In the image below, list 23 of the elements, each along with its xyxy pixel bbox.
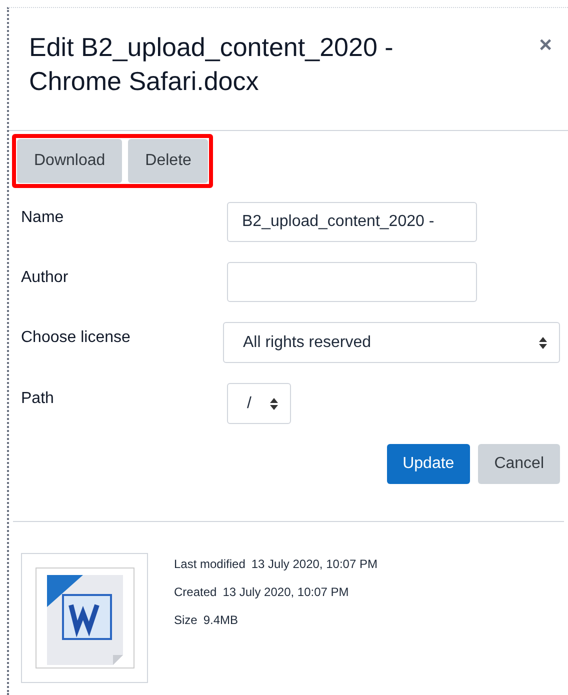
updown-caret-icon <box>539 336 547 348</box>
select-field[interactable]: / <box>227 383 291 424</box>
file-action-button[interactable]: Delete <box>128 139 208 183</box>
text-field[interactable] <box>227 262 477 302</box>
detail-label: Last modified <box>174 556 246 573</box>
detail-value: 13 July 2020, 10:07 PM <box>251 556 378 573</box>
detail-label: Created <box>174 584 217 601</box>
cancel-button[interactable]: Cancel <box>478 444 560 484</box>
detail-label: Size <box>174 612 198 629</box>
document-icon <box>34 567 134 669</box>
dialog-title: Edit B2_upload_content_2020 - Chrome Safari.docx <box>29 31 394 98</box>
update-button[interactable]: Update <box>386 444 470 484</box>
field-label: Path <box>21 389 55 409</box>
detail-value: 13 July 2020, 10:07 PM <box>222 584 349 601</box>
updown-caret-icon <box>270 398 278 410</box>
text-field[interactable]: B2_upload_content_2020 - <box>227 202 477 242</box>
field-label: Choose license <box>21 328 132 348</box>
field-label: Name <box>21 208 65 228</box>
select-field[interactable]: All rights reserved <box>223 322 560 363</box>
close-button[interactable]: × <box>539 34 552 56</box>
file-action-button[interactable]: Download <box>17 139 122 183</box>
field-label: Author <box>21 268 70 288</box>
detail-value: 9.4MB <box>203 612 238 629</box>
